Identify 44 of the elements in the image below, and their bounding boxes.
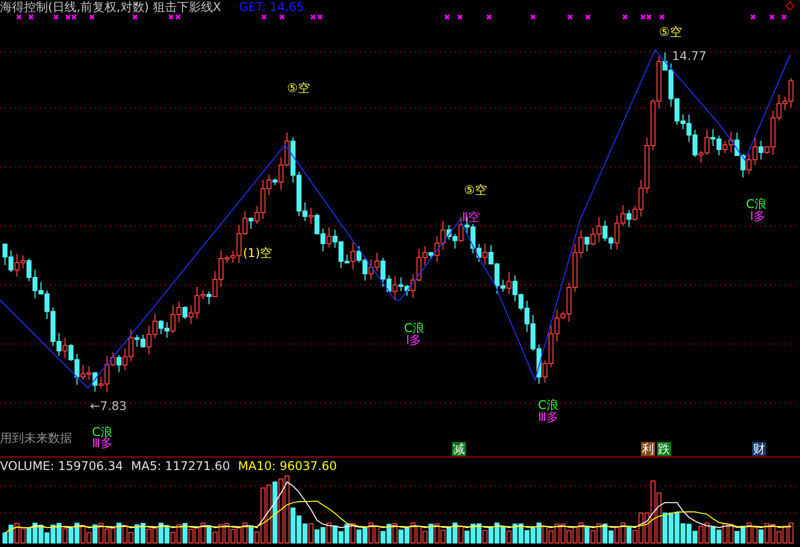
- diamond-icon: [785, 1, 795, 11]
- event-badge: 减: [452, 442, 466, 456]
- signal-label: Ⅲ多: [92, 437, 112, 449]
- cross-marker-icon: [769, 14, 775, 20]
- cross-marker-icon: [16, 14, 22, 20]
- price-label: 14.77: [672, 50, 706, 63]
- signal-label: C浪: [538, 399, 558, 411]
- cross-marker-icon: [530, 14, 536, 20]
- cross-marker-icon: [486, 14, 492, 20]
- cross-marker-icon: [567, 14, 573, 20]
- cross-marker-icon: [622, 14, 628, 20]
- warning-text: 用到未来数据: [0, 430, 72, 447]
- ma10-reading: MA10: 96037.60: [238, 459, 337, 473]
- cross-marker-icon: [279, 14, 285, 20]
- cross-marker-icon: [89, 14, 95, 20]
- event-badge: 利: [641, 442, 655, 456]
- cross-marker-icon: [659, 14, 665, 20]
- cross-marker-icon: [53, 14, 59, 20]
- signal-label: Ⅱ空: [462, 211, 480, 223]
- cross-marker-icon: [750, 14, 756, 20]
- signal-label: (1)空: [243, 247, 272, 259]
- signal-label: ⑤空: [659, 26, 682, 38]
- signal-label: ⑤空: [464, 184, 487, 196]
- signal-label: ⑤空: [287, 82, 310, 94]
- signal-label: Ⅲ多: [538, 411, 558, 423]
- chart-title: 海得控制(日线,前复权,对数) 狙击下影线X: [0, 0, 222, 15]
- volume-reading: VOLUME: 159706.34: [0, 459, 123, 473]
- signal-label: C浪: [746, 198, 766, 210]
- price-label: ←7.83: [90, 400, 127, 413]
- signal-label: Ⅰ多: [750, 210, 766, 222]
- cross-marker-icon: [132, 14, 138, 20]
- cross-marker-icon: [781, 14, 787, 20]
- get-reading: GET: 14.65: [239, 0, 304, 15]
- signal-label: Ⅰ多: [406, 334, 422, 346]
- event-badge: 跌: [657, 442, 671, 456]
- signal-label: C浪: [404, 322, 424, 334]
- cross-marker-icon: [28, 14, 34, 20]
- cross-marker-icon: [444, 14, 450, 20]
- signal-label: C浪: [92, 426, 112, 438]
- ma5-reading: MA5: 117271.60: [131, 459, 230, 473]
- cross-marker-icon: [457, 14, 463, 20]
- cross-marker-icon: [261, 14, 267, 20]
- event-badge: 财: [752, 442, 766, 456]
- cross-marker-icon: [585, 14, 591, 20]
